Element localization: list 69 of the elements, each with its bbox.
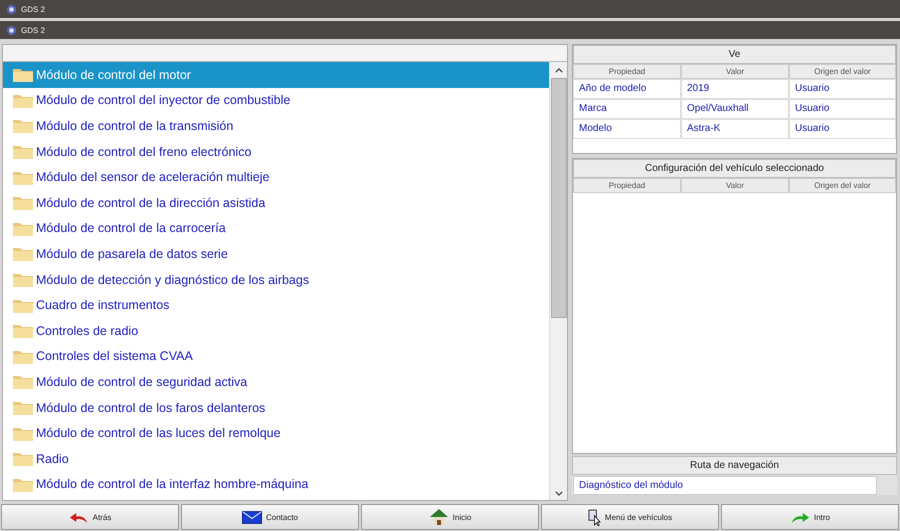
vehicles-button[interactable]: Menú de vehículos — [541, 504, 719, 530]
table-cell: Astra-K — [681, 119, 789, 139]
module-item[interactable]: Módulo de detección y diagnóstico de los airbags — [3, 266, 549, 292]
folder-icon — [13, 220, 33, 236]
navigation-path: Diagnóstico del módulo — [573, 476, 877, 495]
column-header: Propiedad — [573, 178, 681, 193]
table-cell: 2019 — [681, 79, 789, 99]
module-item[interactable]: Módulo de control de las luces del remolque — [3, 420, 549, 446]
module-item[interactable]: Módulo de control del freno electrónico — [3, 138, 549, 164]
folder-icon — [13, 348, 33, 364]
house-icon — [428, 508, 449, 526]
app-icon — [6, 24, 17, 36]
back-button[interactable]: Atrás — [1, 504, 179, 530]
window-title: GDS 2 — [21, 26, 46, 34]
folder-icon — [13, 118, 33, 134]
table-cell: Año de modelo — [573, 79, 681, 99]
module-item[interactable]: Controles del sistema CVAA — [3, 344, 549, 370]
forward-arrow-icon — [790, 510, 810, 524]
window-title: GDS 2 — [21, 4, 46, 14]
folder-icon — [13, 323, 33, 338]
panel-title: Ruta de navegación — [572, 456, 897, 475]
column-header: Origen del valor — [789, 64, 896, 79]
panel-title: Ve — [573, 45, 896, 64]
module-item[interactable]: Módulo de control de la dirección asistida — [3, 190, 549, 216]
column-header: Valor — [681, 178, 789, 193]
folder-icon — [13, 170, 33, 185]
contact-button[interactable]: Contacto — [181, 504, 359, 530]
folder-icon — [13, 426, 33, 441]
module-item[interactable]: Módulo de control de los faros delanteros — [3, 394, 549, 420]
table-cell: Usuario — [789, 79, 896, 99]
module-item[interactable]: Módulo de control de seguridad activa — [3, 369, 549, 395]
folder-icon — [13, 67, 33, 82]
module-item[interactable]: Módulo del sensor de aceleración multieje — [3, 164, 549, 190]
home-button[interactable]: Inicio — [361, 504, 539, 530]
folder-icon — [13, 272, 33, 288]
back-arrow-icon — [68, 510, 89, 524]
scroll-up-icon[interactable] — [554, 68, 562, 73]
module-item[interactable]: Módulo de control de la interfaz hombre-máquina — [3, 472, 549, 498]
table-cell: Marca — [573, 99, 681, 119]
table-cell: Modelo — [573, 119, 681, 139]
module-item[interactable]: Módulo de control de la carrocería — [3, 216, 549, 242]
folder-icon — [13, 246, 33, 262]
enter-button[interactable]: Intro — [721, 504, 899, 530]
folder-icon — [13, 298, 33, 313]
folder-icon — [13, 400, 33, 416]
module-item[interactable]: Cuadro de instrumentos — [3, 292, 549, 318]
table-cell: Opel/Vauxhall — [681, 99, 789, 119]
app-icon — [6, 4, 17, 14]
folder-icon — [13, 195, 33, 210]
folder-icon — [13, 374, 33, 390]
column-header: Propiedad — [573, 64, 681, 79]
module-item[interactable]: Controles de radio — [3, 318, 549, 344]
column-header: Origen del valor — [789, 178, 896, 193]
folder-icon — [13, 92, 33, 108]
folder-icon — [13, 476, 33, 492]
envelope-icon — [242, 510, 262, 524]
table-cell: Usuario — [789, 119, 896, 139]
module-item[interactable]: Radio — [3, 446, 549, 472]
document-cursor-icon — [588, 508, 601, 526]
column-header: Valor — [681, 64, 789, 79]
table-cell: Usuario — [789, 99, 896, 119]
panel-title: Configuración del vehículo seleccionado — [573, 159, 896, 178]
scrollbar[interactable] — [549, 62, 567, 500]
module-item[interactable]: Módulo de control de la transmisión — [3, 113, 549, 139]
scroll-down-icon[interactable] — [554, 491, 562, 496]
module-item[interactable]: Módulo de control del inyector de combustible — [3, 88, 549, 114]
folder-icon — [13, 451, 33, 466]
module-item[interactable]: Módulo de pasarela de datos serie — [3, 241, 549, 267]
folder-icon — [13, 144, 33, 160]
